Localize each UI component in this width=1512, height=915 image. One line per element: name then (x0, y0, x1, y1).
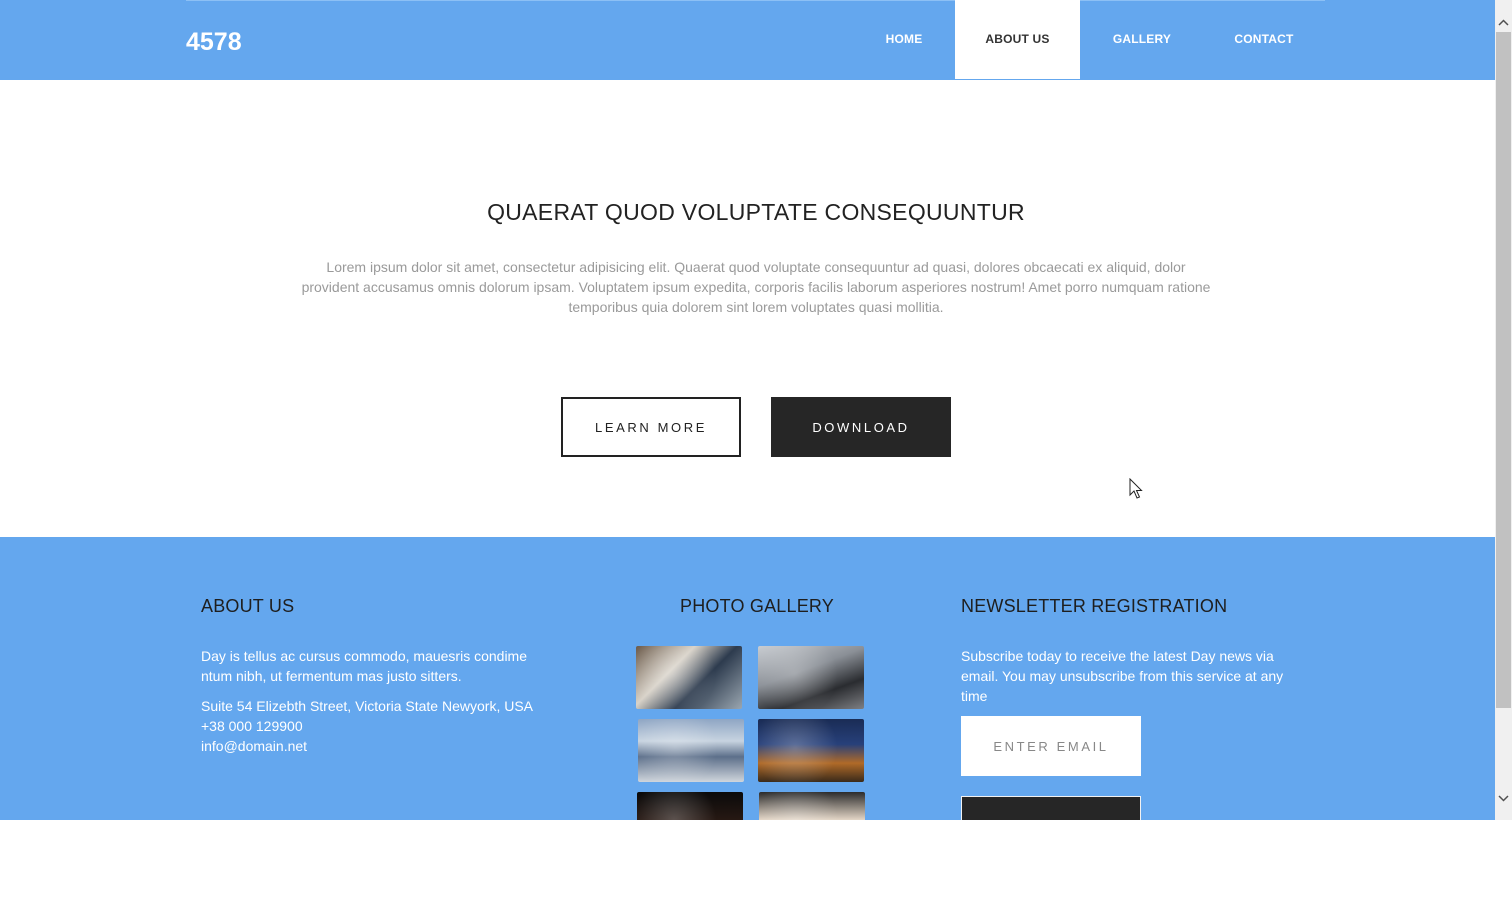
gallery-thumbnail[interactable] (636, 646, 742, 709)
chevron-down-icon[interactable] (1495, 790, 1512, 807)
newsletter-email-input[interactable] (961, 716, 1141, 776)
footer-email[interactable]: info@domain.net (201, 736, 307, 756)
footer-gallery-heading: PHOTO GALLERY (680, 596, 834, 616)
main-nav: HOME ABOUT US GALLERY CONTACT (0, 0, 1495, 80)
hero-title: QUAERAT QUOD VOLUPTATE CONSEQUUNTUR (487, 199, 1025, 225)
nav-home[interactable]: HOME (872, 0, 936, 79)
mouse-cursor-icon (1129, 478, 1143, 499)
footer-about-description: Day is tellus ac cursus commodo, mauesri… (201, 648, 528, 684)
nav-contact[interactable]: CONTACT (1222, 0, 1306, 79)
footer-newsletter-description: Subscribe today to receive the latest Da… (961, 648, 1284, 704)
gallery-thumbnail[interactable] (638, 719, 744, 782)
gallery-thumbnail[interactable] (759, 792, 865, 820)
nav-about-us[interactable]: ABOUT US (955, 0, 1080, 79)
site-footer: ABOUT US Day is tellus ac cursus commodo… (0, 537, 1495, 820)
footer-address: Suite 54 Elizebth Street, Victoria State… (201, 698, 534, 714)
vertical-scrollbar[interactable] (1495, 0, 1512, 820)
gallery-thumbnail[interactable] (758, 719, 864, 782)
scrollbar-thumb[interactable] (1496, 32, 1511, 708)
learn-more-button[interactable]: LEARN MORE (561, 397, 741, 457)
browser-viewport: 4578 HOME ABOUT US GALLERY CONTACT QUAER… (0, 0, 1495, 820)
gallery-thumbnail[interactable] (637, 792, 743, 820)
nav-gallery[interactable]: GALLERY (1104, 0, 1180, 79)
footer-phone: +38 000 129900 (201, 718, 303, 734)
chevron-up-icon[interactable] (1495, 14, 1512, 31)
download-button[interactable]: DOWNLOAD (771, 397, 951, 457)
site-header: 4578 HOME ABOUT US GALLERY CONTACT (0, 0, 1495, 80)
gallery-thumbnail[interactable] (758, 646, 864, 709)
footer-newsletter-heading: NEWSLETTER REGISTRATION (961, 596, 1228, 616)
footer-about-heading: ABOUT US (201, 596, 295, 616)
newsletter-subscribe-button[interactable] (961, 796, 1141, 820)
hero-text: Lorem ipsum dolor sit amet, consectetur … (301, 259, 1211, 315)
